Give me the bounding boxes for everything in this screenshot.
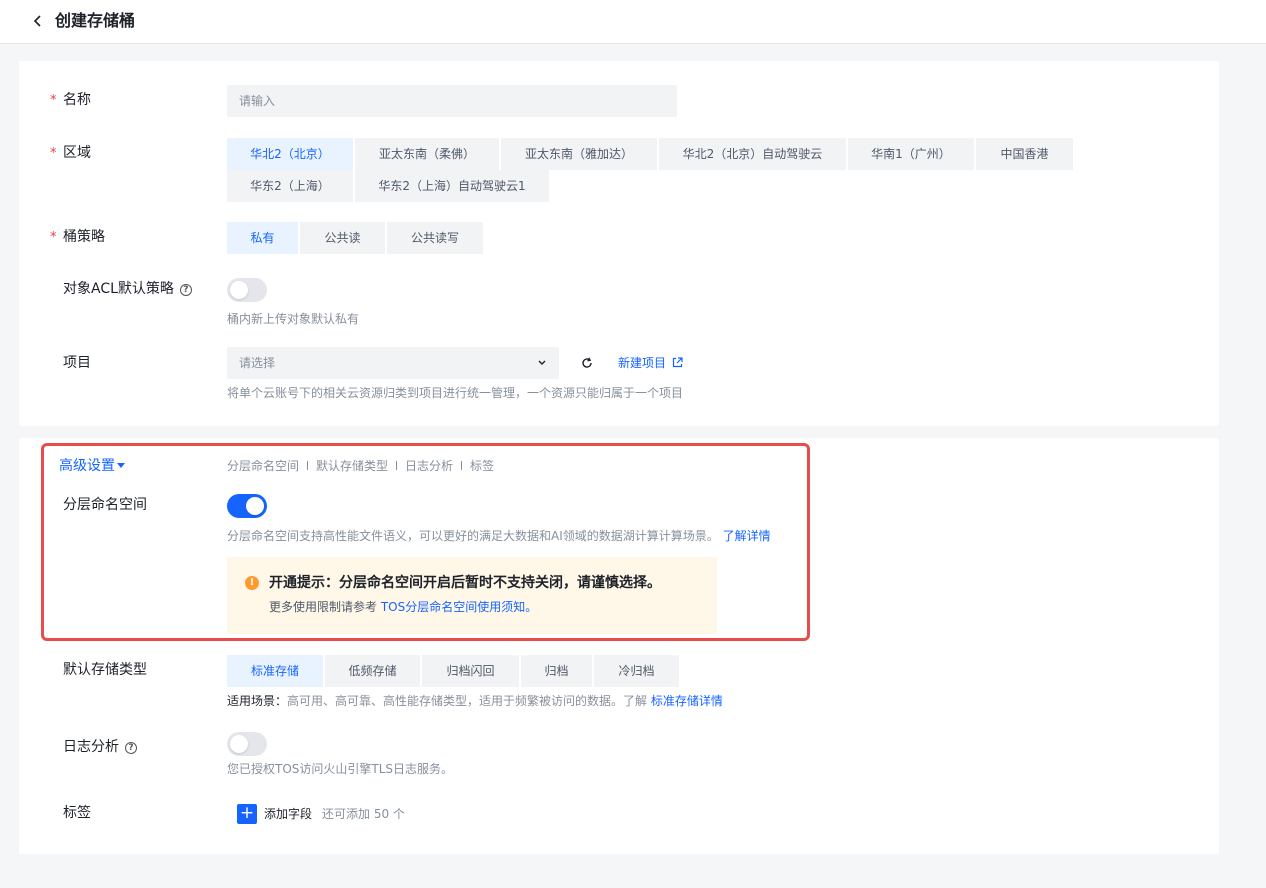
policy-option-public-read[interactable]: 公共读 [300,222,385,254]
toggle-knob [230,735,248,753]
acl-label: 对象ACL默认策略? [63,279,192,299]
required-mark: * [50,230,57,245]
chevron-left-icon[interactable] [30,13,46,29]
storage-scene-hint: 适用场景：高可用、高可靠、高性能存储类型，适用于频繁被访问的数据。了解 标准存储… [227,694,723,708]
log-label: 日志分析? [63,737,137,757]
name-label: * 名称 [50,90,91,110]
header-bar: 创建存储桶 [0,0,1266,44]
region-option-shanghai-autodrive[interactable]: 华东2（上海）自动驾驶云1 [355,170,549,202]
region-option-johor[interactable]: 亚太东南（柔佛） [355,138,499,170]
storage-option-archive[interactable]: 归档 [521,655,592,687]
page-title: 创建存储桶 [55,11,136,30]
storage-option-cold-archive[interactable]: 冷归档 [594,655,679,687]
storage-class-label: 默认存储类型 [63,662,147,678]
project-select[interactable]: 请选择 [227,347,559,379]
toggle-knob [230,281,248,299]
policy-label: * 桶策略 [50,227,105,247]
region-option-beijing-autodrive[interactable]: 华北2（北京）自动驾驶云 [659,138,846,170]
plus-icon[interactable]: + [237,804,257,824]
policy-option-public-read-write[interactable]: 公共读写 [387,222,483,254]
project-hint: 将单个云账号下的相关云资源归类到项目进行统一管理，一个资源只能归属于一个项目 [227,386,684,400]
external-link-icon [672,357,683,368]
region-option-jakarta[interactable]: 亚太东南（雅加达） [501,138,657,170]
region-label: * 区域 [50,143,91,163]
storage-option-standard[interactable]: 标准存储 [227,655,323,687]
region-option-beijing[interactable]: 华北2（北京） [227,138,353,170]
acl-toggle[interactable] [227,278,267,302]
new-project-link[interactable]: 新建项目 [618,354,683,372]
add-tag-button[interactable]: 添加字段 [264,805,312,823]
log-hint: 您已授权TOS访问火山引擎TLS日志服务。 [227,762,454,776]
storage-detail-link[interactable]: 标准存储详情 [651,694,723,708]
name-input[interactable]: 请输入 [227,85,677,117]
chevron-down-icon [538,360,546,365]
region-option-guangzhou[interactable]: 华南1（广州） [848,138,974,170]
help-icon[interactable]: ? [179,284,192,296]
region-option-hongkong[interactable]: 中国香港 [976,138,1073,170]
acl-hint: 桶内新上传对象默认私有 [227,312,360,326]
refresh-icon[interactable] [581,357,593,369]
tags-remaining: 还可添加 50 个 [322,807,405,821]
policy-option-private[interactable]: 私有 [227,222,298,254]
required-mark: * [50,93,57,108]
tags-label: 标签 [63,805,91,821]
help-icon[interactable]: ? [125,742,137,754]
project-label: 项目 [63,355,91,371]
log-toggle[interactable] [227,732,267,756]
storage-option-ia[interactable]: 低频存储 [325,655,420,687]
project-select-placeholder: 请选择 [239,356,276,370]
highlight-box [41,443,810,641]
region-option-shanghai[interactable]: 华东2（上海） [227,170,353,202]
required-mark: * [50,146,57,161]
storage-option-archive-fr[interactable]: 归档闪回 [422,655,519,687]
